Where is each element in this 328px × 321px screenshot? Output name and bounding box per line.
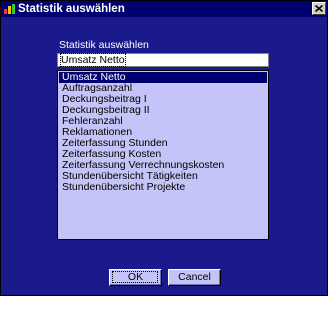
statistik-listbox[interactable]: Umsatz Netto Auftragsanzahl Deckungsbeitra… <box>57 70 269 240</box>
statistik-label: Statistik auswählen <box>59 39 149 51</box>
ok-button[interactable]: OK <box>109 269 162 286</box>
statistik-input-value: Umsatz Netto <box>60 53 126 67</box>
statistik-dialog: Statistik auswählen Statistik auswählen … <box>0 0 328 296</box>
list-item[interactable]: Stundenübersicht Projekte <box>59 182 267 193</box>
ok-focus-ring <box>112 271 158 283</box>
statistik-input[interactable]: Umsatz Netto <box>57 53 269 67</box>
window-title: Statistik auswählen <box>18 3 125 15</box>
app-icon <box>4 4 15 14</box>
cancel-button[interactable]: Cancel <box>168 269 221 286</box>
title-bar[interactable]: Statistik auswählen <box>1 1 327 17</box>
cancel-button-label: Cancel <box>178 271 211 283</box>
close-button[interactable] <box>312 2 326 15</box>
close-icon <box>315 5 323 12</box>
